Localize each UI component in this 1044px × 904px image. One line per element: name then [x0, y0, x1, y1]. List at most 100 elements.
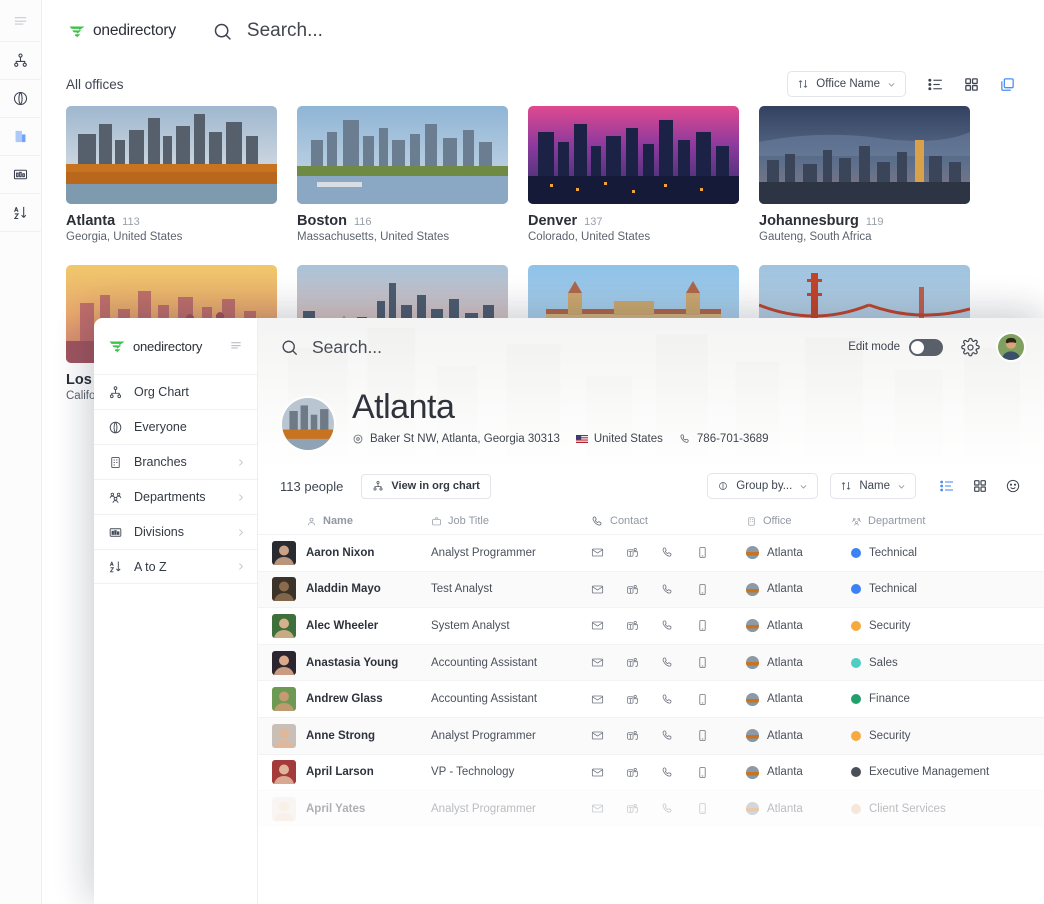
sort-dropdown[interactable]: Office Name [787, 71, 906, 97]
global-search[interactable]: Search... [212, 20, 323, 42]
user-avatar[interactable] [996, 332, 1026, 362]
office-card[interactable]: Denver137 Colorado, United States [528, 106, 739, 243]
table-row[interactable]: Anne Strong Analyst Programmer Atlanta S… [258, 717, 1044, 754]
brand-logo[interactable]: onedirectory [68, 22, 176, 40]
view-in-org-chart-button[interactable]: View in org chart [361, 474, 490, 499]
mobile-icon[interactable] [696, 583, 709, 596]
column-header-office[interactable]: Office [746, 515, 792, 527]
call-icon[interactable] [661, 766, 674, 779]
offices-row-1: Atlanta113 Georgia, United States [66, 106, 1022, 243]
faces-view-button[interactable] [1000, 473, 1026, 499]
call-icon[interactable] [661, 619, 674, 632]
sidebar-item-label: Org Chart [134, 385, 245, 399]
rail-item-a-to-z[interactable] [0, 194, 42, 232]
rail-item-branches[interactable] [0, 118, 42, 156]
list-view-button[interactable] [920, 70, 950, 98]
teams-icon[interactable] [626, 583, 639, 596]
list-view-button[interactable] [934, 473, 960, 499]
teams-icon[interactable] [626, 693, 639, 706]
column-header-contact[interactable]: Contact [591, 515, 648, 528]
building-icon [746, 516, 757, 527]
teams-icon[interactable] [626, 766, 639, 779]
sidebar-item-org-chart[interactable]: Org Chart [94, 374, 257, 409]
grid-view-button[interactable] [956, 70, 986, 98]
avatar [272, 651, 296, 675]
office-card[interactable]: Boston116 Massachusetts, United States [297, 106, 508, 243]
teams-icon[interactable] [626, 729, 639, 742]
row-office: Atlanta [746, 656, 851, 669]
teams-icon[interactable] [626, 656, 639, 669]
overlay-brand-name: onedirectory [133, 339, 202, 354]
email-icon[interactable] [591, 693, 604, 706]
sidebar-item-divisions[interactable]: Divisions [94, 514, 257, 549]
grid-view-button[interactable] [967, 473, 993, 499]
edit-mode-toggle[interactable] [909, 339, 943, 356]
sidebar-item-everyone[interactable]: Everyone [94, 409, 257, 444]
mobile-icon[interactable] [696, 656, 709, 669]
overlay-search[interactable]: Search... [280, 337, 382, 358]
mobile-icon[interactable] [696, 766, 709, 779]
row-job-title: Accounting Assistant [431, 657, 591, 669]
email-icon[interactable] [591, 656, 604, 669]
avatar [272, 577, 296, 601]
rail-item-divisions[interactable] [0, 156, 42, 194]
call-icon[interactable] [661, 656, 674, 669]
table-row[interactable]: April Yates Analyst Programmer Atlanta C… [258, 790, 1044, 827]
mobile-icon[interactable] [696, 802, 709, 815]
gear-icon[interactable] [961, 338, 980, 357]
top-bar: onedirectory Search... [42, 0, 1044, 62]
office-phone[interactable]: 786-701-3689 [679, 433, 769, 445]
overlay-top-bar: Search... Edit mode [258, 318, 1044, 376]
card-view-icon [999, 76, 1016, 93]
sidebar-item-departments[interactable]: Departments [94, 479, 257, 514]
column-header-name[interactable]: Name [306, 515, 431, 527]
row-avatar-cell [272, 577, 306, 601]
table-row[interactable]: Andrew Glass Accounting Assistant Atlant… [258, 680, 1044, 717]
call-icon[interactable] [661, 583, 674, 596]
mobile-icon[interactable] [696, 619, 709, 632]
column-header-department[interactable]: Department [851, 515, 925, 527]
call-icon[interactable] [661, 729, 674, 742]
group-by-dropdown[interactable]: Group by... [707, 473, 818, 499]
mobile-icon[interactable] [696, 693, 709, 706]
column-header-job-title[interactable]: Job Title [431, 515, 591, 527]
office-card-name: Boston [297, 213, 347, 229]
icon-rail [0, 0, 42, 904]
table-row[interactable]: Alec Wheeler System Analyst Atlanta Secu… [258, 607, 1044, 644]
menu-icon[interactable] [229, 338, 243, 357]
edit-mode-control[interactable]: Edit mode [848, 339, 943, 356]
chevron-down-icon [897, 482, 906, 491]
email-icon[interactable] [591, 583, 604, 596]
teams-icon[interactable] [626, 802, 639, 815]
row-avatar-cell [272, 651, 306, 675]
office-card[interactable]: Atlanta113 Georgia, United States [66, 106, 277, 243]
call-icon[interactable] [661, 802, 674, 815]
sidebar-item-branches[interactable]: Branches [94, 444, 257, 479]
sidebar-item-a-to-z[interactable]: A to Z [94, 549, 257, 584]
email-icon[interactable] [591, 729, 604, 742]
email-icon[interactable] [591, 802, 604, 815]
mobile-icon[interactable] [696, 729, 709, 742]
call-icon[interactable] [661, 693, 674, 706]
table-row[interactable]: April Larson VP - Technology Atlanta Exe… [258, 754, 1044, 791]
row-name: Anne Strong [306, 730, 431, 742]
office-card[interactable]: Johannesburg119 Gauteng, South Africa [759, 106, 970, 243]
overlay-brand[interactable]: onedirectory [94, 318, 257, 374]
email-icon[interactable] [591, 766, 604, 779]
mobile-icon[interactable] [696, 546, 709, 559]
teams-icon[interactable] [626, 546, 639, 559]
teams-icon[interactable] [626, 619, 639, 632]
sort-dropdown[interactable]: Name [830, 473, 916, 499]
menu-icon[interactable] [0, 0, 42, 42]
row-job-title: Test Analyst [431, 583, 591, 595]
table-row[interactable]: Anastasia Young Accounting Assistant Atl… [258, 644, 1044, 681]
email-icon[interactable] [591, 619, 604, 632]
call-icon[interactable] [661, 546, 674, 559]
table-row[interactable]: Aladdin Mayo Test Analyst Atlanta Techni… [258, 571, 1044, 608]
table-row[interactable]: Aaron Nixon Analyst Programmer Atlanta T… [258, 534, 1044, 571]
email-icon[interactable] [591, 546, 604, 559]
rail-item-everyone[interactable] [0, 80, 42, 118]
rail-item-org-chart[interactable] [0, 42, 42, 80]
row-avatar-cell [272, 797, 306, 821]
card-view-button[interactable] [992, 70, 1022, 98]
